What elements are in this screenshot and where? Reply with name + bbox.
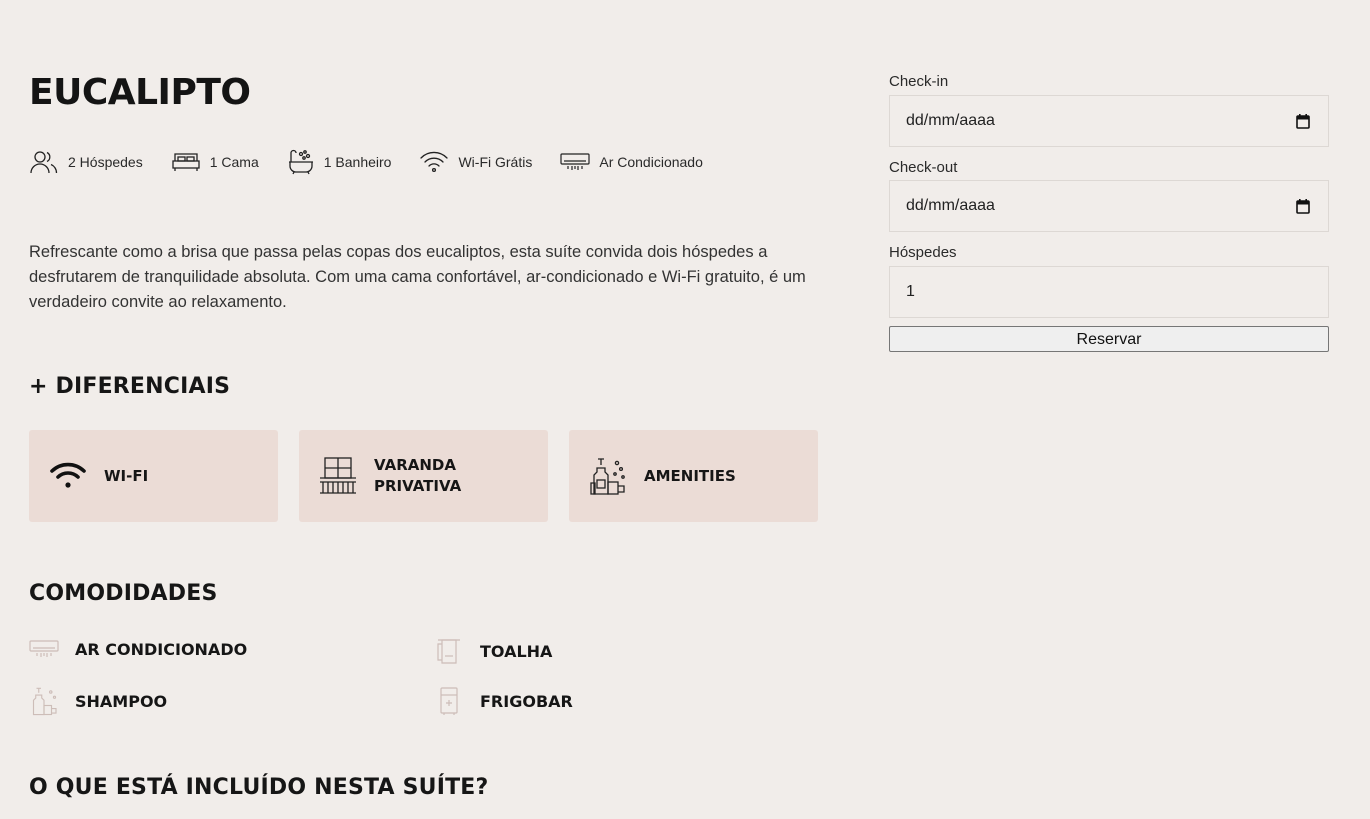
- air-conditioner-icon: [29, 640, 59, 657]
- differentials-title: + DIFERENCIAIS: [29, 374, 231, 399]
- calendar-icon[interactable]: [1296, 113, 1310, 129]
- checkout-date-input[interactable]: dd/mm/aaaa: [889, 180, 1329, 232]
- feature-label: Ar Condicionado: [599, 154, 703, 170]
- checkout-placeholder: dd/mm/aaaa: [906, 197, 995, 214]
- minibar-icon: [440, 687, 458, 715]
- calendar-icon[interactable]: [1296, 198, 1310, 214]
- feature-air-conditioner: Ar Condicionado: [560, 151, 703, 173]
- feature-wifi: Wi-Fi Grátis: [419, 149, 532, 175]
- differential-card-amenities: AMENITIES: [569, 430, 818, 522]
- room-description: Refrescante como a brisa que passa pelas…: [29, 243, 806, 311]
- differential-card-balcony: VARANDA PRIVATIVA: [299, 430, 548, 522]
- amenity-shampoo: SHAMPOO: [29, 686, 167, 716]
- differential-label: WI-FI: [104, 466, 149, 485]
- checkin-date-input[interactable]: dd/mm/aaaa: [889, 95, 1329, 147]
- feature-label: 1 Cama: [209, 154, 259, 170]
- page-title: EUCALIPTO: [29, 72, 251, 113]
- guests-input[interactable]: 1: [889, 266, 1329, 318]
- reserve-button[interactable]: Reservar: [889, 326, 1329, 352]
- amenity-air-conditioner: AR CONDICIONADO: [29, 638, 247, 660]
- balcony-icon: [320, 457, 356, 494]
- amenity-label: TOALHA: [480, 641, 553, 661]
- guests-label: Hóspedes: [889, 244, 957, 261]
- amenity-minibar: FRIGOBAR: [434, 686, 573, 716]
- feature-label: Wi-Fi Grátis: [458, 154, 533, 170]
- checkin-placeholder: dd/mm/aaaa: [906, 112, 995, 129]
- checkout-label: Check-out: [889, 159, 958, 176]
- differential-label: VARANDA PRIVATIVA: [374, 456, 462, 495]
- feature-guests: 2 Hóspedes: [29, 149, 143, 175]
- checkin-label: Check-in: [889, 73, 949, 90]
- feature-bed: 1 Cama: [171, 151, 259, 173]
- wifi-icon: [50, 462, 86, 488]
- differential-label: AMENITIES: [644, 466, 736, 485]
- amenity-label: AR CONDICIONADO: [75, 639, 248, 659]
- towel-icon: [437, 639, 460, 664]
- guests-value: 1: [906, 283, 915, 300]
- guests-icon: [30, 151, 58, 174]
- differentials-cards: WI-FI VARANDA PRIVATIVA AMENITIES: [29, 430, 839, 522]
- bed-icon: [172, 153, 200, 171]
- included-title: O QUE ESTÁ INCLUÍDO NESTA SUÍTE?: [29, 775, 489, 800]
- bathtub-icon: [288, 149, 313, 175]
- air-conditioner-icon: [560, 153, 590, 170]
- toiletries-icon: [590, 458, 625, 495]
- feature-label: 2 Hóspedes: [68, 154, 143, 170]
- amenity-towel: TOALHA: [434, 636, 552, 666]
- amenity-label: FRIGOBAR: [480, 691, 573, 711]
- amenity-label: SHAMPOO: [75, 691, 168, 711]
- feature-label: 1 Banheiro: [323, 154, 392, 170]
- wifi-icon: [420, 151, 449, 173]
- feature-bathroom: 1 Banheiro: [287, 148, 392, 176]
- differential-card-wifi: WI-FI: [29, 430, 278, 522]
- amenities-title: COMODIDADES: [29, 581, 218, 606]
- shampoo-icon: [32, 687, 57, 716]
- room-features: 2 Hóspedes 1 Cama 1 Banheiro Wi-Fi Gráti…: [29, 148, 731, 176]
